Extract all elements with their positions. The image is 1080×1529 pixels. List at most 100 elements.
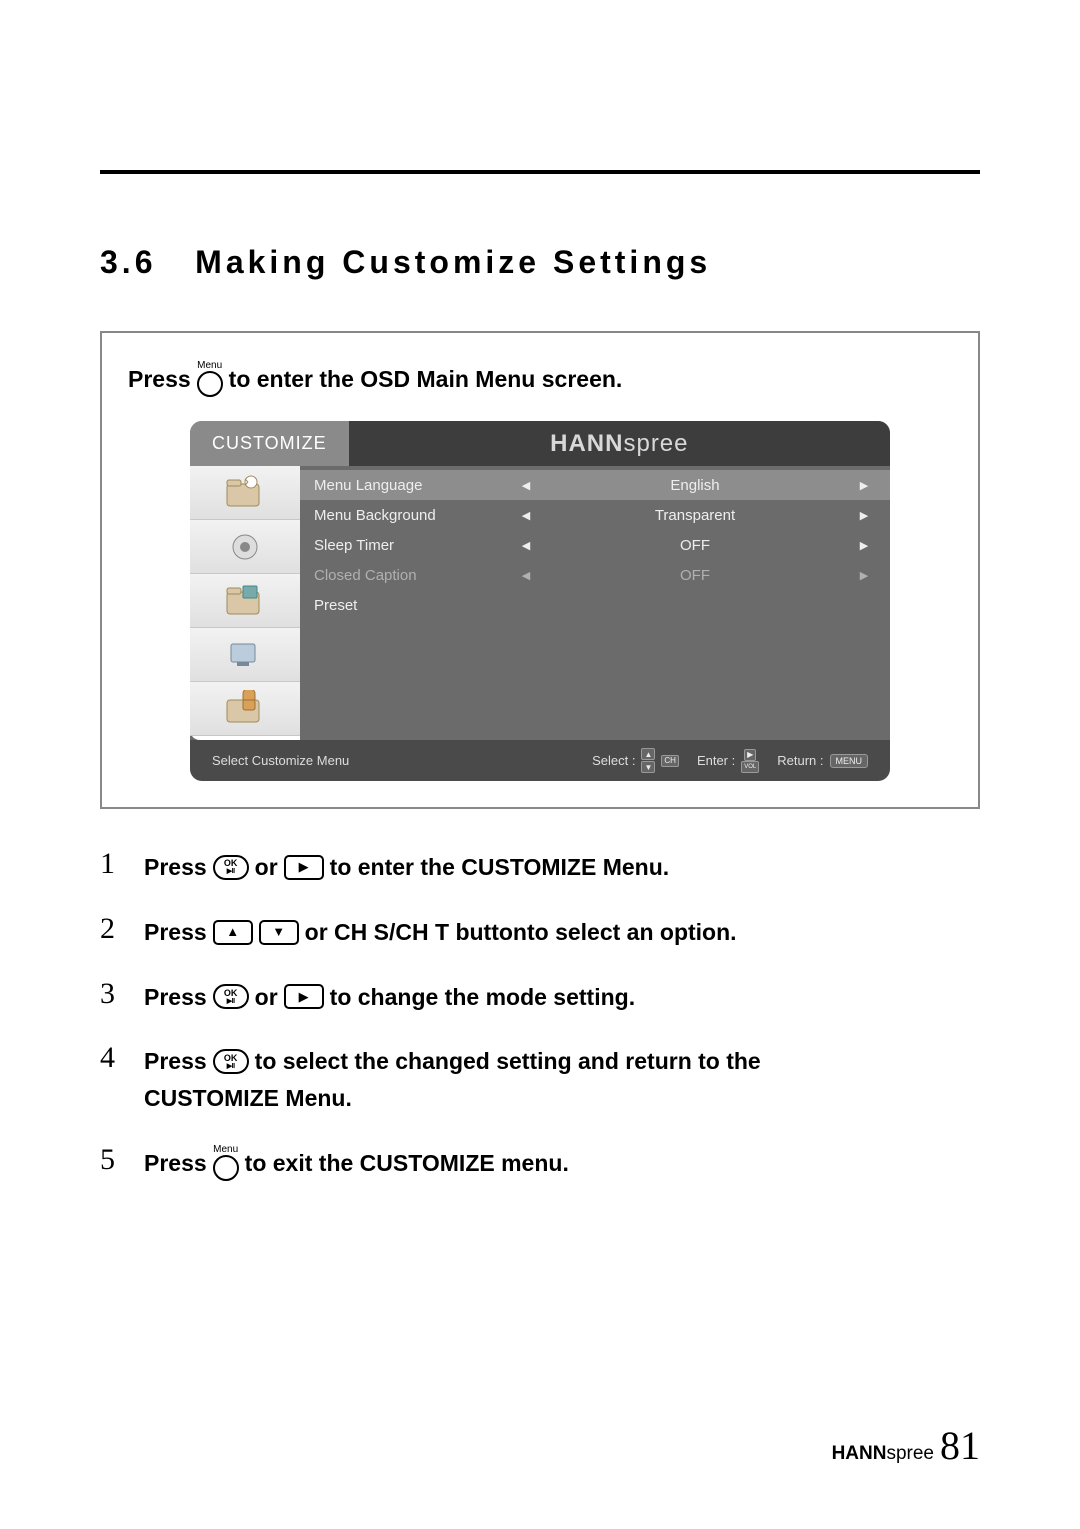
osd-row-value: OFF (538, 537, 852, 554)
left-arrow-icon: ◀ (514, 569, 538, 582)
press-text: Press (144, 1043, 207, 1080)
press-text: Press (144, 914, 207, 951)
osd-row-value: OFF (538, 567, 852, 584)
step-number: 3 (100, 979, 126, 1009)
section-heading: Making Customize Settings (195, 244, 711, 280)
footer-brand: HANNspree (832, 1443, 934, 1465)
osd-row: Preset (300, 590, 890, 620)
osd-brand: HANNspree (349, 421, 890, 466)
page-number: 81 (940, 1422, 980, 1469)
intro-tail: to enter the OSD Main Menu screen. (229, 366, 623, 393)
menu-button-label: Menu (197, 361, 222, 371)
step: 4 Press OK▶II to select the changed sett… (100, 1043, 980, 1117)
osd-category-icon (190, 628, 300, 682)
right-button-icon: ▶ (284, 855, 324, 880)
osd-row-label: Sleep Timer (314, 537, 514, 554)
osd-list: Menu Language ◀ English ▶ Menu Backgroun… (300, 466, 890, 740)
osd-category-icon (190, 682, 300, 736)
osd-row: Menu Background ◀ Transparent ▶ (300, 500, 890, 530)
left-arrow-icon: ◀ (514, 539, 538, 552)
step: 3 Press OK▶II or ▶ to change the mode se… (100, 979, 980, 1016)
step-tail: or CH S/CH T buttonto select an option. (305, 914, 737, 951)
footer-brand-thin: spree (886, 1443, 934, 1464)
circle-icon (213, 1155, 239, 1181)
hint-label: Select : (592, 753, 635, 768)
menu-button-icon: Menu (197, 361, 223, 397)
osd-row-label: Menu Background (314, 507, 514, 524)
press-text: Press (144, 1145, 207, 1182)
step-tail: to select the changed setting and return… (255, 1043, 761, 1080)
osd-category-icon (190, 466, 300, 520)
osd-hint-return: Return : MENU (777, 753, 868, 768)
press-label: Press (128, 366, 191, 393)
ok-button-icon: OK▶II (213, 855, 249, 880)
step: 2 Press ▲ ▼ or CH S/CH T buttonto select… (100, 914, 980, 951)
right-arrow-icon: ▶ (852, 569, 876, 582)
step: 1 Press OK▶II or ▶ to enter the CUSTOMIZ… (100, 849, 980, 886)
step-list: 1 Press OK▶II or ▶ to enter the CUSTOMIZ… (100, 849, 980, 1182)
section-title: 3.6 Making Customize Settings (100, 244, 980, 281)
step-number: 4 (100, 1043, 126, 1073)
page-footer: HANNspree 81 (832, 1422, 980, 1469)
osd-empty-space (300, 620, 890, 740)
osd-row-label: Preset (314, 597, 514, 614)
osd-hint-select: Select : ▲ ▼ CH (592, 748, 679, 773)
osd-row-label: Menu Language (314, 477, 514, 494)
osd-tab: CUSTOMIZE (190, 421, 349, 466)
step-tail: to change the mode setting. (330, 979, 635, 1016)
osd-row: Menu Language ◀ English ▶ (300, 470, 890, 500)
left-arrow-icon: ◀ (514, 479, 538, 492)
right-icon: ▶ (744, 749, 756, 761)
osd-row-value: Transparent (538, 507, 852, 524)
hint-label: Return : (777, 753, 823, 768)
press-text: Press (144, 979, 207, 1016)
osd-row: Sleep Timer ◀ OFF ▶ (300, 530, 890, 560)
step-tail: to exit the CUSTOMIZE menu. (245, 1145, 569, 1182)
osd-icon-column (190, 466, 300, 740)
step-number: 1 (100, 849, 126, 879)
right-arrow-icon: ▶ (852, 539, 876, 552)
right-button-icon: ▶ (284, 984, 324, 1009)
step-number: 5 (100, 1145, 126, 1175)
or-text: or (255, 849, 278, 886)
step-tail-b: CUSTOMIZE Menu. (144, 1080, 980, 1117)
osd-row-label: Closed Caption (314, 567, 514, 584)
ok-button-icon: OK▶II (213, 1049, 249, 1074)
intro-line: Press Menu to enter the OSD Main Menu sc… (128, 361, 952, 397)
osd-row: Closed Caption ◀ OFF ▶ (300, 560, 890, 590)
osd-hint-enter: Enter : ▶ VOL (697, 749, 759, 773)
right-arrow-icon: ▶ (852, 479, 876, 492)
brand-thin: spree (623, 430, 688, 458)
brand-bold: HANN (550, 430, 623, 458)
up-icon: ▲ (641, 748, 655, 760)
step: 5 Press Menu to exit the CUSTOMIZE menu. (100, 1145, 980, 1182)
menu-button-label: Menu (213, 1145, 238, 1155)
osd-category-icon (190, 574, 300, 628)
section-number: 3.6 (100, 244, 156, 280)
step-tail: to enter the CUSTOMIZE Menu. (330, 849, 669, 886)
circle-icon (197, 371, 223, 397)
menu-button-icon: Menu (213, 1145, 239, 1181)
ch-icon: CH (661, 755, 679, 767)
press-text: Press (144, 849, 207, 886)
osd-status: Select Customize Menu (212, 753, 574, 768)
osd-header: CUSTOMIZE HANNspree (190, 421, 890, 466)
up-button-icon: ▲ (213, 920, 253, 945)
intro-box: Press Menu to enter the OSD Main Menu sc… (100, 331, 980, 809)
step-number: 2 (100, 914, 126, 944)
osd-row-value: English (538, 477, 852, 494)
right-arrow-icon: ▶ (852, 509, 876, 522)
down-button-icon: ▼ (259, 920, 299, 945)
down-icon: ▼ (641, 761, 655, 773)
osd-screenshot: CUSTOMIZE HANNspree (190, 421, 890, 781)
hint-label: Enter : (697, 753, 735, 768)
osd-body: Menu Language ◀ English ▶ Menu Backgroun… (190, 466, 890, 740)
vol-icon: VOL (741, 761, 759, 773)
ok-button-icon: OK▶II (213, 984, 249, 1009)
osd-category-icon (190, 520, 300, 574)
footer-brand-bold: HANN (832, 1443, 887, 1464)
left-arrow-icon: ◀ (514, 509, 538, 522)
or-text: or (255, 979, 278, 1016)
osd-hint-bar: Select Customize Menu Select : ▲ ▼ CH En… (190, 740, 890, 781)
top-rule (100, 170, 980, 174)
